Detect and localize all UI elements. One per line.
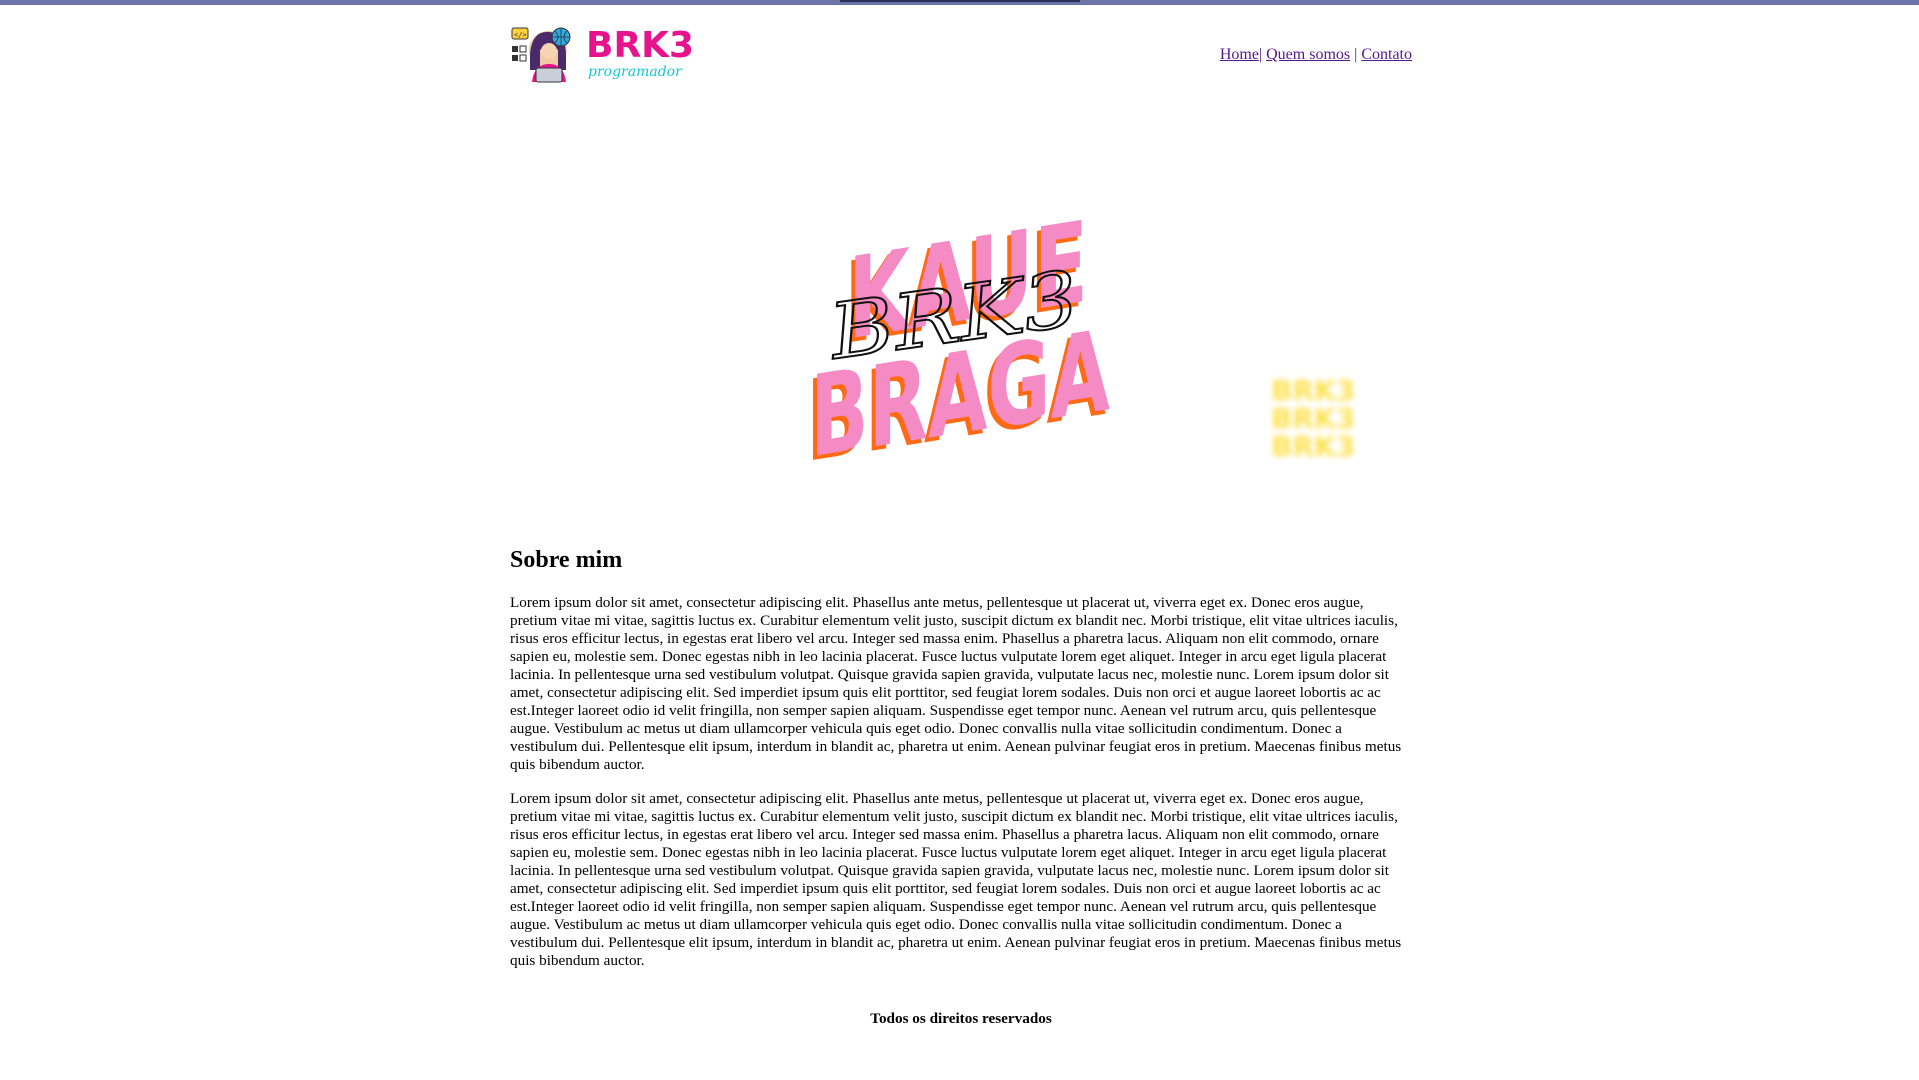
nav-link-home[interactable]: Home	[1220, 46, 1259, 63]
logo-wordmark: BRK3 programador	[586, 25, 694, 80]
nav-separator: |	[1258, 46, 1263, 63]
hero-logo-image: KAUE KAUE BRAGA BRAGA BRK3	[806, 196, 1110, 470]
site-footer: Todos os direitos reservados	[510, 1010, 1412, 1028]
footer-text: Todos os direitos reservados	[870, 1010, 1052, 1027]
main-nav: Home| Quem somos | Contato	[1220, 46, 1412, 64]
programmer-avatar-icon: </>	[511, 27, 571, 83]
logo-tagline: programador	[588, 64, 683, 80]
about-title: Sobre mim	[510, 547, 623, 573]
svg-text:BRK3: BRK3	[1271, 430, 1355, 463]
nav-separator: |	[1354, 46, 1358, 63]
site-logo[interactable]: </> BRK3 programador	[510, 24, 715, 84]
about-paragraph-2: Lorem ipsum dolor sit amet, consectetur …	[510, 790, 1402, 969]
top-bar-accent	[840, 0, 1080, 2]
decorative-brk3-pattern: BRK3 BRK3 BRK3	[1271, 374, 1355, 463]
nav-link-contato[interactable]: Contato	[1361, 46, 1412, 63]
site-header: </> BRK3 programador Home| Quem somos | …	[510, 24, 1412, 84]
about-paragraph-1: Lorem ipsum dolor sit amet, consectetur …	[510, 594, 1402, 773]
nav-link-quem-somos[interactable]: Quem somos	[1266, 46, 1350, 63]
browser-top-bar	[0, 0, 1919, 5]
svg-text:</>: </>	[514, 31, 527, 39]
logo-brand: BRK3	[586, 25, 694, 66]
